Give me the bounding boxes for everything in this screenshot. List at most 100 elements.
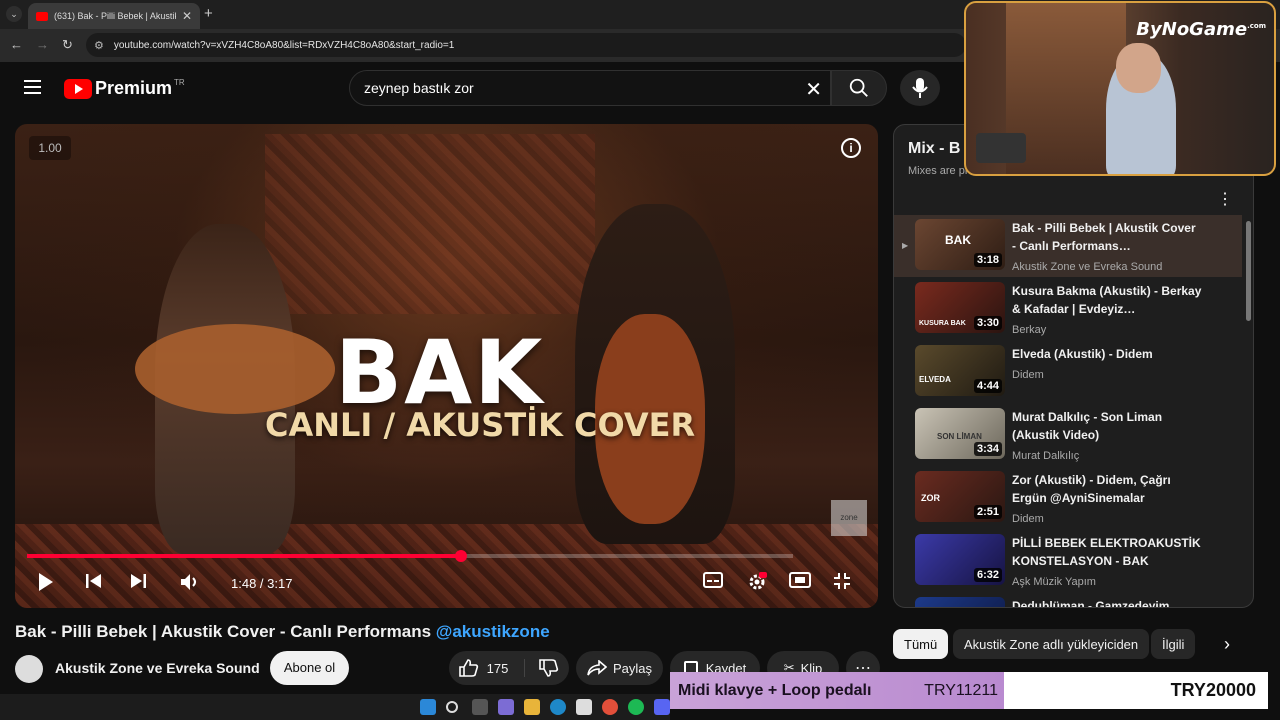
info-icon[interactable]: i (841, 138, 861, 158)
clear-search-icon[interactable]: ✕ (805, 77, 822, 102)
search-button[interactable] (831, 70, 887, 106)
duration-badge: 3:34 (973, 442, 1002, 456)
playlist-item-channel: Berkay (1012, 324, 1047, 336)
youtube-premium-logo[interactable]: Premium TR (64, 78, 185, 99)
duration-badge: 3:18 (973, 253, 1002, 267)
playlist-item-channel: Didem (1012, 369, 1044, 381)
menu-icon[interactable] (24, 80, 41, 94)
edge-icon[interactable] (550, 699, 566, 715)
progress-bar[interactable] (27, 550, 793, 562)
store-icon[interactable] (576, 699, 592, 715)
channel-name[interactable]: Akustik Zone ve Evreka Sound (55, 660, 260, 676)
chip-all[interactable]: Tümü (893, 629, 949, 659)
mix-playlist-panel: Mix - B Mixes are pl ⋮ ▶ BAK 3:18 Bak - P… (893, 124, 1254, 608)
playlist-description: Mixes are pl (908, 165, 968, 177)
like-count: 175 (486, 660, 509, 676)
playlist-item[interactable]: Dedublüman - Gamzedeyim (894, 593, 1242, 608)
streamer-brand-logo: ByNoGame.com (1136, 19, 1266, 40)
thumbs-down-icon (539, 659, 559, 677)
chrome-icon[interactable] (602, 699, 618, 715)
subtitles-icon[interactable] (703, 572, 723, 588)
thumbs-up-icon (458, 659, 478, 677)
search-value: zeynep bastık zor (364, 80, 474, 96)
playlist-item-title: Dedublüman - Gamzedeyim (1012, 599, 1170, 608)
video-thumbnail: KUSURA BAK 3:30 (915, 282, 1005, 333)
volume-icon[interactable] (179, 572, 201, 592)
copilot-icon[interactable] (498, 699, 514, 715)
playlist-item[interactable]: 6:32 PİLLİ BEBEK ELEKTROAKUSTİK KONSTELA… (894, 530, 1242, 592)
brand-suffix: .com (1247, 22, 1266, 30)
miniplayer-icon[interactable] (789, 572, 811, 588)
playlist-scrollbar[interactable] (1246, 221, 1251, 321)
playlist-item[interactable]: SON LİMAN 3:34 Murat Dalkılıç - Son Liman… (894, 404, 1242, 466)
previous-icon[interactable] (85, 572, 103, 590)
play-icon[interactable] (37, 572, 55, 592)
browser-tab[interactable]: (631) Bak - Pilli Bebek | Akustik Co ✕ (28, 3, 200, 29)
playlist-item-channel: Murat Dalkılıç (1012, 450, 1080, 462)
duration-badge: 6:32 (973, 568, 1002, 582)
task-view-icon[interactable] (472, 699, 488, 715)
banner-product: Midi klavye + Loop pedalı TRY11211 (670, 672, 1004, 709)
channel-handle-link[interactable]: @akustikzone (436, 622, 550, 641)
spotify-icon[interactable] (628, 699, 644, 715)
site-info-icon[interactable]: ⚙ (94, 39, 104, 52)
address-bar[interactable]: ⚙ youtube.com/watch?v=xVZH4C8oA80&list=R… (86, 33, 966, 57)
chip-related[interactable]: İlgili (1151, 629, 1196, 659)
country-code: TR (174, 78, 185, 87)
video-thumbnail: ELVEDA 4:44 (915, 345, 1005, 396)
like-button[interactable]: 175 (458, 659, 525, 677)
tab-search-icon[interactable]: ⌄ (6, 6, 22, 22)
dislike-button[interactable] (524, 659, 559, 677)
playlist-menu-icon[interactable]: ⋮ (1217, 189, 1233, 209)
video-thumbnail: SON LİMAN 3:34 (915, 408, 1005, 459)
taskbar-search-icon[interactable] (446, 701, 458, 713)
playlist-item-channel: Aşk Müzik Yapım (1012, 576, 1096, 588)
playlist-item-channel: Akustik Zone ve Evreka Sound (1012, 261, 1163, 273)
playlist-item[interactable]: ▶ BAK 3:18 Bak - Pilli Bebek | Akustik Co… (894, 215, 1242, 277)
share-label: Paylaş (612, 660, 653, 676)
back-icon[interactable]: ← (10, 37, 23, 52)
file-explorer-icon[interactable] (524, 699, 540, 715)
video-title-text: Bak - Pilli Bebek | Akustik Cover - Canl… (15, 622, 436, 641)
playlist-item-title: Zor (Akustik) - Didem, Çağrı Ergün @Ayni… (1012, 473, 1171, 505)
player-controls: 1:48 / 3:17 (15, 568, 878, 598)
thumbnail-text: KUSURA BAK (919, 320, 966, 327)
now-playing-icon: ▶ (902, 241, 909, 250)
search-input[interactable]: zeynep bastık zor ✕ (349, 70, 831, 106)
time-display: 1:48 / 3:17 (231, 576, 293, 591)
playlist-title: Mix - B (908, 140, 961, 157)
chips-next-icon[interactable]: › (1224, 634, 1230, 655)
next-icon[interactable] (129, 572, 147, 590)
share-button[interactable]: Paylaş (576, 651, 663, 685)
logo-word: Premium (95, 78, 173, 98)
desk-gear (976, 133, 1026, 163)
settings-icon[interactable] (747, 572, 767, 592)
progress-fill (27, 554, 462, 558)
thumbnail-text: ELVEDA (919, 375, 951, 384)
youtube-favicon-icon (36, 11, 48, 21)
channel-avatar[interactable] (15, 655, 43, 683)
close-tab-icon[interactable]: ✕ (182, 9, 192, 23)
new-tab-icon[interactable]: + (204, 5, 213, 22)
playlist-item-title: Murat Dalkılıç - Son Liman (Akustik Vide… (1012, 410, 1163, 442)
speed-badge: 1.00 (29, 136, 71, 160)
channel-watermark[interactable]: zone (831, 500, 867, 536)
video-player[interactable]: 1.00 i BAK CANLI / AKUSTİK COVER zone 1:… (15, 124, 878, 608)
reload-icon[interactable]: ↻ (62, 37, 73, 53)
chip-from-uploader[interactable]: Akustik Zone adlı yükleyiciden (953, 629, 1150, 659)
start-icon[interactable] (420, 699, 436, 715)
subscribe-button[interactable]: Abone ol (270, 651, 349, 685)
playlist-item[interactable]: ZOR 2:51 Zor (Akustik) - Didem, Çağrı Erg… (894, 467, 1242, 529)
forward-icon[interactable]: → (36, 37, 49, 52)
discord-icon[interactable] (654, 699, 670, 715)
playlist-item[interactable]: KUSURA BAK 3:30 Kusura Bakma (Akustik) - … (894, 278, 1242, 340)
fullscreen-exit-icon[interactable] (833, 572, 851, 590)
duration-badge: 4:44 (973, 379, 1002, 393)
video-thumbnail (915, 597, 1005, 607)
video-thumbnail: 6:32 (915, 534, 1005, 585)
thumbnail-text: BAK (945, 233, 971, 247)
tapestry (265, 134, 595, 314)
streamer-webcam: ByNoGame.com (964, 1, 1276, 176)
voice-search-button[interactable] (900, 70, 940, 106)
playlist-item[interactable]: ELVEDA 4:44 Elveda (Akustik) - Didem Dide… (894, 341, 1242, 403)
